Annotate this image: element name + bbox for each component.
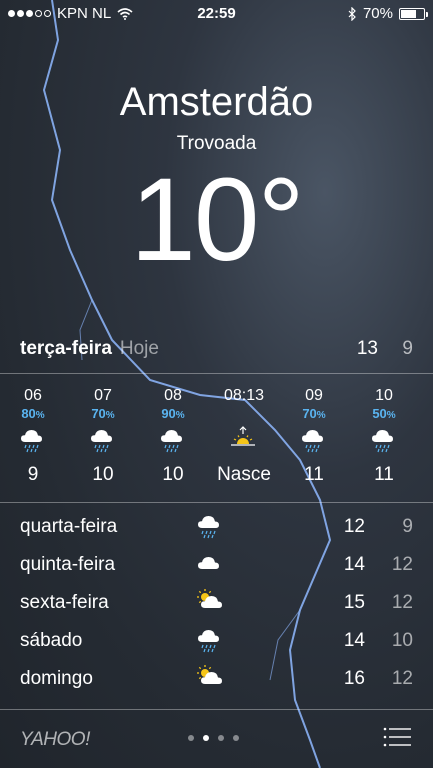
today-high: 13 bbox=[356, 338, 378, 359]
day-low: 9 bbox=[402, 516, 413, 537]
page-dot[interactable] bbox=[233, 735, 239, 741]
current-temperature: 10° bbox=[130, 154, 304, 286]
page-dot[interactable] bbox=[218, 735, 224, 741]
hour-temp: 10 bbox=[162, 464, 184, 485]
daily-row: quarta-feira 12 9 bbox=[20, 514, 413, 544]
hourly-item: 07 70% 10 bbox=[68, 387, 138, 486]
today-label: Hoje bbox=[119, 338, 159, 359]
day-high: 14 bbox=[343, 630, 365, 651]
hour-temp: 10 bbox=[92, 464, 114, 485]
sunrise-icon bbox=[209, 424, 279, 456]
day-name: quarta-feira bbox=[20, 516, 118, 537]
divider bbox=[0, 373, 433, 374]
day-high: 14 bbox=[343, 554, 365, 575]
hour-label: 06 bbox=[24, 387, 42, 404]
hour-temp: 11 bbox=[304, 464, 324, 485]
hourly-item: 08:13 Nasce bbox=[209, 387, 279, 486]
day-low: 10 bbox=[391, 630, 413, 651]
hour-label: 10 bbox=[375, 387, 393, 404]
status-bar: KPN NL 22:59 70% bbox=[0, 0, 433, 28]
today-day: terça-feira bbox=[20, 338, 112, 359]
hourly-item: 09 70% 11 bbox=[279, 387, 349, 486]
hour-label: 09 bbox=[305, 387, 323, 404]
precip-chance bbox=[209, 406, 279, 422]
hour-label: 07 bbox=[94, 387, 112, 404]
cloud-icon bbox=[196, 550, 224, 584]
rain-cloud-icon bbox=[279, 424, 349, 456]
rain-cloud-icon bbox=[68, 424, 138, 456]
day-name: quinta-feira bbox=[20, 554, 116, 575]
page-dot[interactable] bbox=[203, 735, 209, 741]
precip-chance: 50% bbox=[372, 406, 396, 421]
hourly-item: 06 80% 9 bbox=[0, 387, 68, 486]
hour-temp: 11 bbox=[374, 464, 394, 485]
hour-label: 08:13 bbox=[223, 387, 265, 404]
rain-cloud-icon bbox=[0, 424, 68, 456]
hourly-item: 10 50% 11 bbox=[349, 387, 419, 486]
page-indicator[interactable] bbox=[188, 735, 239, 741]
day-name: domingo bbox=[20, 668, 93, 689]
partly-sunny-icon bbox=[196, 588, 224, 622]
rain-cloud-icon bbox=[138, 424, 208, 456]
list-icon[interactable] bbox=[383, 727, 411, 747]
page-dot[interactable] bbox=[188, 735, 194, 741]
daily-row: quinta-feira 14 12 bbox=[20, 552, 413, 582]
city-name: Amsterdão bbox=[119, 80, 314, 124]
hourly-forecast[interactable]: 06 80% 9 07 70% 10 08 90% 10 08:13 Nasce 09 70% 11 10 5… bbox=[0, 387, 433, 492]
rain-cloud-icon bbox=[196, 626, 224, 660]
rain-cloud-icon bbox=[196, 512, 224, 546]
partly-sunny-icon bbox=[196, 664, 224, 698]
day-low: 12 bbox=[391, 668, 413, 689]
day-high: 15 bbox=[343, 592, 365, 613]
status-right: 70% bbox=[348, 5, 428, 22]
hour-label: 08 bbox=[164, 387, 182, 404]
day-name: sábado bbox=[20, 630, 83, 651]
rain-cloud-icon bbox=[349, 424, 419, 456]
day-high: 12 bbox=[343, 516, 365, 537]
day-low: 12 bbox=[391, 554, 413, 575]
daily-row: sexta-feira 15 12 bbox=[20, 588, 413, 622]
precip-chance: 70% bbox=[91, 406, 115, 421]
day-name: sexta-feira bbox=[20, 592, 109, 613]
daily-row: sábado 14 10 bbox=[20, 628, 413, 658]
battery-icon bbox=[399, 7, 428, 20]
precip-chance: 80% bbox=[21, 406, 45, 421]
hour-temp: Nasce bbox=[217, 464, 271, 485]
day-low: 12 bbox=[391, 592, 413, 613]
today-low: 9 bbox=[402, 338, 413, 359]
yahoo-logo[interactable]: YAHOO! bbox=[20, 729, 90, 751]
footer: YAHOO! bbox=[0, 709, 433, 768]
precip-chance: 70% bbox=[302, 406, 326, 421]
today-row: terça-feira Hoje 13 9 bbox=[20, 338, 413, 364]
battery-percent: 70% bbox=[362, 5, 393, 22]
hour-temp: 9 bbox=[27, 464, 39, 485]
divider bbox=[0, 502, 433, 503]
precip-chance: 90% bbox=[161, 406, 185, 421]
bluetooth-icon bbox=[348, 6, 356, 21]
daily-row: domingo 16 12 bbox=[20, 664, 413, 698]
hourly-item: 08 90% 10 bbox=[138, 387, 208, 486]
day-high: 16 bbox=[343, 668, 365, 689]
